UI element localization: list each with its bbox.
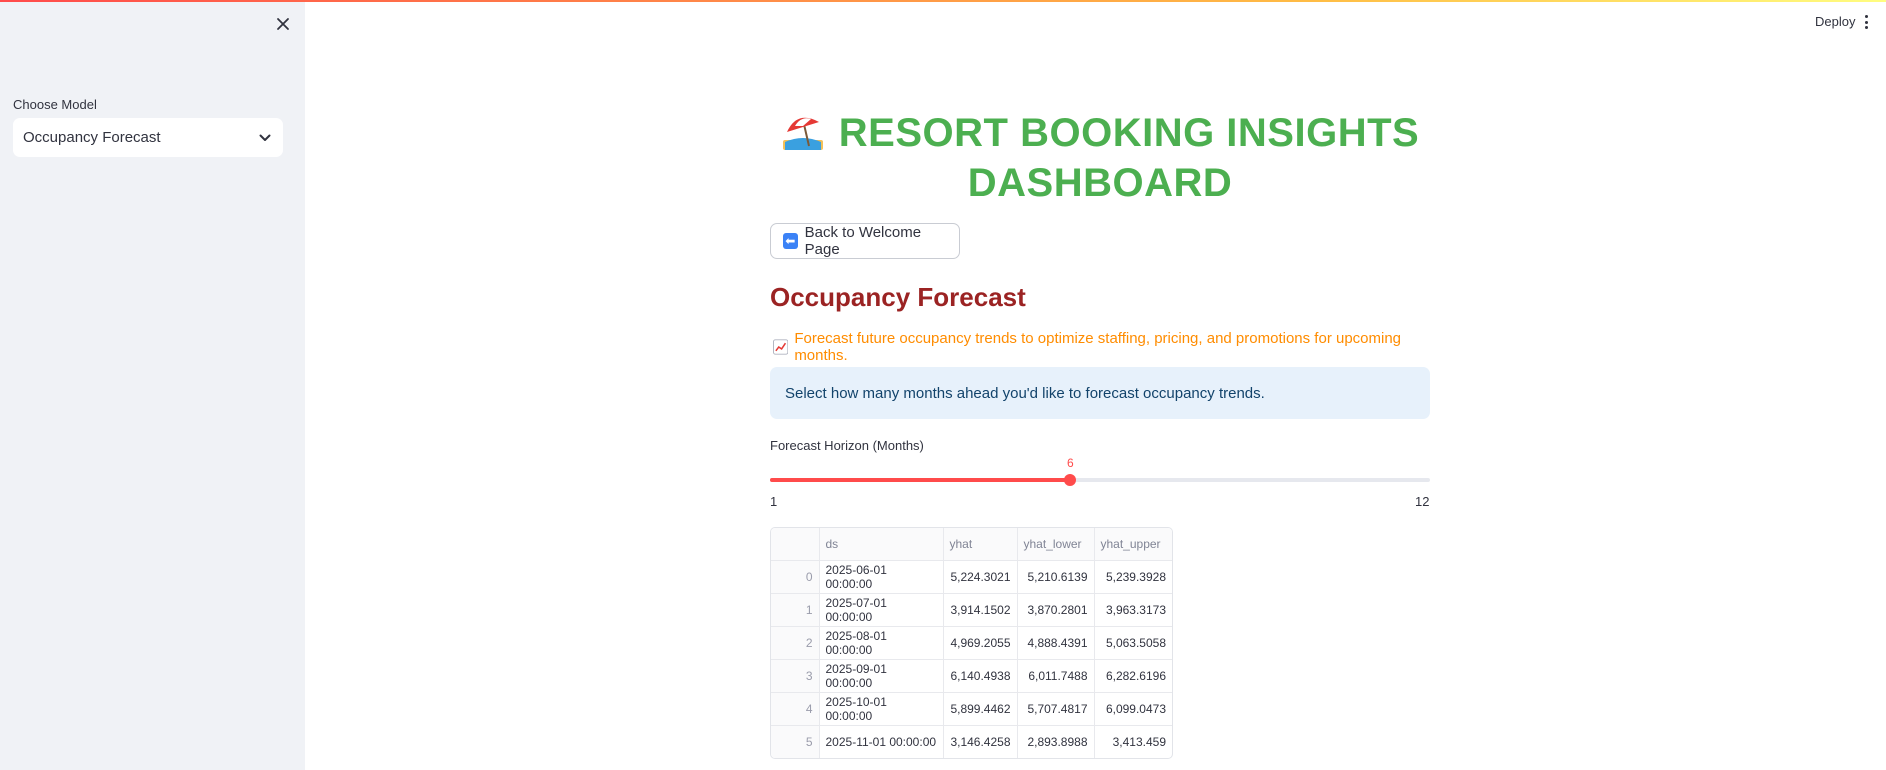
section-title: Occupancy Forecast [770,282,1026,312]
table-row: 3 2025-09-01 00:00:00 6,140.4938 6,011.7… [771,659,1172,693]
cell-ds[interactable]: 2025-10-01 00:00:00 [819,692,944,726]
row-index: 1 [771,593,820,627]
close-sidebar-button[interactable] [273,14,293,34]
cell-yhat-upper[interactable]: 3,963.3173 [1094,593,1172,627]
cell-yhat-lower[interactable]: 5,210.6139 [1017,560,1095,594]
info-text: Select how many months ahead you'd like … [785,384,1265,402]
slider-min-label: 1 [770,494,778,509]
cell-yhat-lower[interactable]: 3,870.2801 [1017,593,1095,627]
chart-increasing-icon [773,339,789,355]
table-row: 1 2025-07-01 00:00:00 3,914.1502 3,870.2… [771,593,1172,627]
row-index: 0 [771,560,820,594]
cell-yhat-lower[interactable]: 5,707.4817 [1017,692,1095,726]
cell-yhat[interactable]: 3,146.4258 [943,725,1018,758]
more-vertical-icon [1864,15,1868,18]
deploy-button[interactable]: Deploy [1815,14,1855,29]
slider-fill [770,478,1070,482]
sidebar: Choose Model Occupancy Forecast [0,2,305,770]
forecast-horizon-value: 6 [1067,456,1074,470]
left-arrow-icon: ⬅ [783,233,798,249]
column-header-index[interactable] [771,528,820,561]
cell-yhat[interactable]: 3,914.1502 [943,593,1018,627]
cell-yhat-upper[interactable]: 5,239.3928 [1094,560,1172,594]
table-row: 5 2025-11-01 00:00:00 3,146.4258 2,893.8… [771,725,1172,758]
table-row: 0 2025-06-01 00:00:00 5,224.3021 5,210.6… [771,560,1172,594]
row-index: 5 [771,725,820,758]
model-select-label: Choose Model [13,97,97,112]
cell-ds[interactable]: 2025-08-01 00:00:00 [819,626,944,660]
column-header-ds[interactable]: ds [819,528,944,561]
forecast-table[interactable]: ds yhat yhat_lower yhat_upper 0 2025-06-… [770,527,1173,759]
title-line-2: DASHBOARD [967,161,1233,205]
section-description-text: Forecast future occupancy trends to opti… [794,330,1402,364]
beach-umbrella-icon [782,117,823,150]
model-select[interactable]: Occupancy Forecast [13,118,283,157]
cell-yhat-lower[interactable]: 6,011.7488 [1017,659,1095,693]
cell-yhat-lower[interactable]: 2,893.8988 [1017,725,1095,758]
cell-ds[interactable]: 2025-06-01 00:00:00 [819,560,944,594]
back-button-label: Back to Welcome Page [804,224,922,258]
chevron-down-icon [257,130,273,146]
cell-yhat-upper[interactable]: 6,282.6196 [1094,659,1172,693]
close-icon [277,18,289,30]
slider-thumb[interactable] [1064,474,1076,486]
cell-yhat-lower[interactable]: 4,888.4391 [1017,626,1095,660]
column-header-yhat[interactable]: yhat [943,528,1018,561]
cell-yhat[interactable]: 4,969.2055 [943,626,1018,660]
main-menu-button[interactable] [1862,13,1870,31]
slider-max-label: 12 [1415,494,1430,509]
page-title: RESORT BOOKING INSIGHTS DASHBOARD [770,108,1430,208]
section-description: Forecast future occupancy trends to opti… [770,330,1430,364]
forecast-horizon-label: Forecast Horizon (Months) [770,438,924,453]
row-index: 3 [771,659,820,693]
table-row: 2 2025-08-01 00:00:00 4,969.2055 4,888.4… [771,626,1172,660]
model-select-value: Occupancy Forecast [23,129,161,146]
table-row: 4 2025-10-01 00:00:00 5,899.4462 5,707.4… [771,692,1172,726]
row-index: 2 [771,626,820,660]
column-header-yhat-upper[interactable]: yhat_upper [1094,528,1172,561]
cell-ds[interactable]: 2025-09-01 00:00:00 [819,659,944,693]
cell-yhat[interactable]: 5,899.4462 [943,692,1018,726]
back-to-welcome-button[interactable]: ⬅ Back to Welcome Page [770,223,960,259]
cell-yhat-upper[interactable]: 6,099.0473 [1094,692,1172,726]
row-index: 4 [771,692,820,726]
forecast-horizon-slider[interactable] [770,478,1430,482]
cell-yhat-upper[interactable]: 5,063.5058 [1094,626,1172,660]
table-header-row: ds yhat yhat_lower yhat_upper [771,528,1172,561]
column-header-yhat-lower[interactable]: yhat_lower [1017,528,1095,561]
info-box: Select how many months ahead you'd like … [770,367,1430,419]
cell-ds[interactable]: 2025-11-01 00:00:00 [819,725,944,758]
cell-yhat[interactable]: 5,224.3021 [943,560,1018,594]
cell-yhat-upper[interactable]: 3,413.459 [1094,725,1172,758]
title-line-1: RESORT BOOKING INSIGHTS [838,111,1420,155]
cell-ds[interactable]: 2025-07-01 00:00:00 [819,593,944,627]
cell-yhat[interactable]: 6,140.4938 [943,659,1018,693]
